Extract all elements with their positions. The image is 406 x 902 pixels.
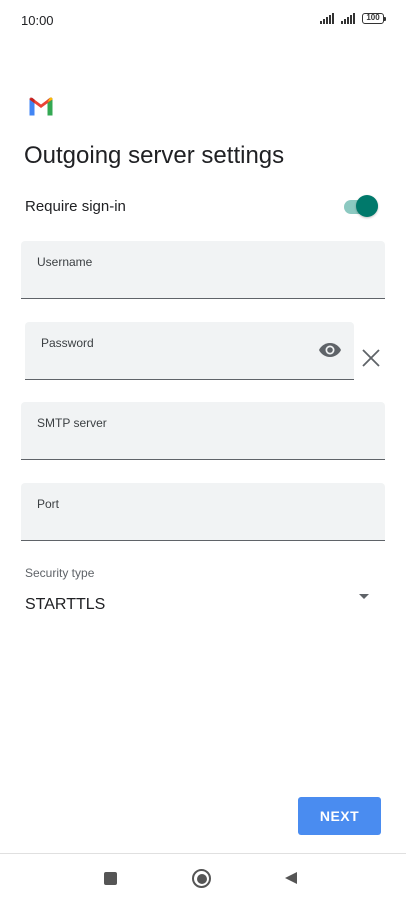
page-title: Outgoing server settings	[24, 142, 285, 169]
smtp-server-field[interactable]: SMTP server	[21, 402, 385, 460]
status-time: 10:00	[21, 13, 54, 28]
status-bar: 10:00 100	[0, 0, 406, 40]
close-icon[interactable]	[361, 348, 381, 368]
password-label: Password	[41, 336, 94, 350]
smtp-server-input[interactable]	[37, 433, 329, 453]
port-label: Port	[37, 497, 60, 511]
toggle-thumb	[356, 195, 378, 217]
username-label: Username	[37, 255, 93, 269]
username-field[interactable]: Username	[21, 241, 385, 299]
port-input[interactable]	[37, 514, 329, 534]
gmail-logo	[29, 97, 53, 116]
port-field[interactable]: Port	[21, 483, 385, 541]
signal-icon	[341, 13, 355, 24]
battery-level: 100	[366, 13, 380, 22]
home-icon[interactable]	[192, 869, 211, 888]
security-type-value: STARTTLS	[25, 596, 106, 613]
password-field[interactable]: Password	[25, 322, 354, 380]
password-input[interactable]	[41, 353, 305, 373]
signal-icon	[320, 13, 334, 24]
navigation-bar	[0, 853, 406, 902]
require-signin-toggle[interactable]	[344, 195, 378, 217]
next-button[interactable]: NEXT	[298, 797, 381, 835]
smtp-server-label: SMTP server	[37, 416, 107, 430]
security-type-label: Security type	[25, 566, 95, 580]
require-signin-label: Require sign-in	[25, 198, 126, 215]
username-input[interactable]	[37, 272, 329, 292]
require-signin-row: Require sign-in	[25, 193, 381, 219]
security-type-dropdown[interactable]: STARTTLS	[25, 588, 375, 622]
eye-icon[interactable]	[318, 340, 342, 360]
battery-icon: 100	[362, 13, 386, 24]
dropdown-arrow-icon	[359, 594, 369, 599]
back-icon[interactable]	[285, 872, 297, 884]
status-icons: 100	[320, 13, 386, 24]
recents-icon[interactable]	[104, 872, 117, 885]
